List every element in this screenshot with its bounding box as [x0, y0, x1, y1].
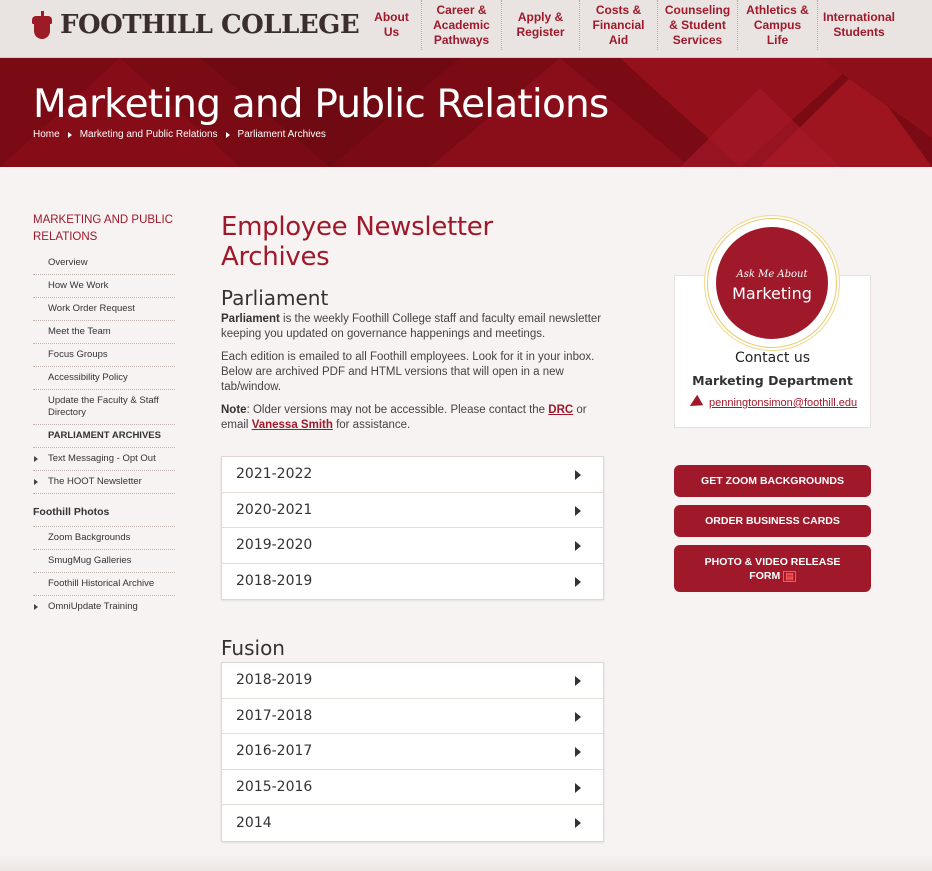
accordion-item[interactable]: 2019-2020: [222, 528, 603, 564]
contact-department: Marketing Department: [692, 373, 853, 388]
expand-arrow-icon: [34, 604, 38, 610]
pdf-icon: ▤: [783, 570, 796, 582]
accordion-year: 2020-2021: [236, 501, 313, 518]
sidebar-item-historical-archive[interactable]: Foothill Historical Archive: [33, 573, 175, 596]
caret-right-icon: [575, 541, 581, 551]
note-text-c: for assistance.: [332, 419, 411, 431]
sidebar-item-parliament-archives[interactable]: PARLIAMENT ARCHIVES: [33, 425, 175, 448]
release-form-button[interactable]: PHOTO & VIDEO RELEASE FORM ▤: [674, 545, 871, 592]
parliament-description: Parliament is the weekly Foothill Colleg…: [221, 312, 606, 342]
contact-heading: Contact us: [734, 350, 811, 366]
accordion-item[interactable]: 2016-2017: [222, 734, 603, 770]
parliament-accordion: 2021-2022 2020-2021 2019-2020 2018-2019: [221, 456, 604, 600]
contact-email[interactable]: penningtonsimon@foothill.edu: [686, 394, 857, 412]
college-logo[interactable]: FOOTHILL COLLEGE: [32, 10, 360, 40]
drc-link[interactable]: DRC: [548, 404, 573, 416]
page-bottom: [0, 855, 932, 871]
nav-athletics[interactable]: Athletics & Campus Life: [738, 0, 818, 50]
accordion-item[interactable]: 2021-2022: [222, 457, 603, 493]
sidebar-item-overview[interactable]: Overview: [33, 252, 175, 275]
page-title: Employee Newsletter Archives: [221, 212, 493, 272]
main-content: Employee Newsletter Archives Parliament …: [221, 212, 606, 433]
note-label: Note: [221, 404, 247, 416]
caret-right-icon: [575, 782, 581, 793]
badge-topic-text: Marketing: [732, 284, 812, 303]
fusion-accordion: 2018-2019 2017-2018 2016-2017 2015-2016 …: [221, 662, 604, 842]
business-cards-button[interactable]: ORDER BUSINESS CARDS: [674, 505, 871, 537]
sidebar-item-text-messaging[interactable]: Text Messaging - Opt Out: [33, 448, 175, 471]
sidebar-item-zoom-backgrounds[interactable]: Zoom Backgrounds: [33, 527, 175, 550]
accordion-year: 2016-2017: [236, 743, 313, 760]
expand-arrow-icon: [34, 456, 38, 462]
sidebar-item-omniupdate[interactable]: OmniUpdate Training: [33, 596, 175, 618]
email-link[interactable]: penningtonsimon@foothill.edu: [709, 397, 857, 409]
nav-costs[interactable]: Costs & Financial Aid: [580, 0, 658, 50]
sidebar-item-how-we-work[interactable]: How We Work: [33, 275, 175, 298]
parliament-bold: Parliament: [221, 313, 280, 325]
breadcrumb: Home Marketing and Public Relations Parl…: [33, 129, 326, 140]
sidebar-section-photos[interactable]: Foothill Photos: [33, 494, 175, 527]
caret-right-icon: [575, 470, 581, 480]
accordion-item[interactable]: 2018-2019: [222, 564, 603, 600]
caret-right-icon: [575, 676, 581, 686]
sidebar-title[interactable]: MARKETING AND PUBLIC RELATIONS: [33, 212, 175, 246]
accordion-year: 2018-2019: [236, 672, 313, 689]
breadcrumb-current: Parliament Archives: [237, 129, 326, 140]
accordion-year: 2021-2022: [236, 466, 313, 483]
breadcrumb-separator-icon: [225, 131, 230, 138]
caret-right-icon: [575, 505, 581, 516]
expand-arrow-icon: [34, 479, 38, 485]
caret-right-icon: [575, 711, 581, 722]
top-header: FOOTHILL COLLEGE About Us Career & Acade…: [0, 0, 932, 58]
accordion-item[interactable]: 2018-2019: [222, 663, 603, 699]
sidebar-item-work-order[interactable]: Work Order Request: [33, 298, 175, 321]
ask-me-badge: Ask Me About Marketing: [707, 218, 837, 348]
parliament-info: Each edition is emailed to all Foothill …: [221, 351, 595, 393]
accordion-year: 2017-2018: [236, 707, 313, 724]
accordion-item[interactable]: 2020-2021: [222, 493, 603, 528]
accordion-year: 2018-2019: [236, 573, 313, 590]
paper-plane-icon: [686, 394, 704, 412]
accordion-item[interactable]: 2017-2018: [222, 699, 603, 734]
acorn-icon: [32, 10, 52, 40]
caret-right-icon: [575, 747, 581, 757]
fusion-heading: Fusion: [221, 636, 285, 660]
nav-counseling[interactable]: Counseling & Student Services: [658, 0, 738, 50]
release-form-label: PHOTO & VIDEO RELEASE FORM: [704, 555, 841, 582]
logo-text: FOOTHILL COLLEGE: [60, 10, 360, 40]
caret-right-icon: [575, 818, 581, 828]
sidebar-item-focus-groups[interactable]: Focus Groups: [33, 344, 175, 367]
hero-title: Marketing and Public Relations: [33, 82, 609, 127]
accordion-year: 2014: [236, 814, 272, 831]
parliament-note: Note: Older versions may not be accessib…: [221, 403, 606, 433]
sidebar-item-update-directory[interactable]: Update the Faculty & Staff Directory: [33, 390, 175, 425]
accordion-item[interactable]: 2015-2016: [222, 770, 603, 805]
caret-right-icon: [575, 576, 581, 587]
sidebar-item-label: The HOOT Newsletter: [48, 476, 142, 487]
sidebar-item-hoot-newsletter[interactable]: The HOOT Newsletter: [33, 471, 175, 494]
accordion-year: 2019-2020: [236, 537, 313, 554]
badge-ask-text: Ask Me About: [736, 269, 808, 280]
note-text-a: : Older versions may not be accessible. …: [246, 404, 549, 416]
sidebar-item-accessibility[interactable]: Accessibility Policy: [33, 367, 175, 390]
sidebar-item-meet-team[interactable]: Meet the Team: [33, 321, 175, 344]
sidebar-item-label: Text Messaging - Opt Out: [48, 453, 156, 464]
breadcrumb-marketing[interactable]: Marketing and Public Relations: [80, 129, 218, 140]
nav-apply[interactable]: Apply & Register: [502, 0, 580, 50]
sidebar-nav: MARKETING AND PUBLIC RELATIONS Overview …: [33, 212, 175, 618]
breadcrumb-home[interactable]: Home: [33, 129, 60, 140]
zoom-backgrounds-button[interactable]: GET ZOOM BACKGROUNDS: [674, 465, 871, 497]
accordion-year: 2015-2016: [236, 778, 313, 795]
nav-international[interactable]: International Students: [818, 0, 900, 50]
vanessa-smith-link[interactable]: Vanessa Smith: [252, 419, 333, 431]
nav-career[interactable]: Career & Academic Pathways: [422, 0, 502, 50]
sidebar-item-smugmug[interactable]: SmugMug Galleries: [33, 550, 175, 573]
sidebar-item-label: OmniUpdate Training: [48, 601, 138, 612]
nav-about[interactable]: About Us: [362, 0, 422, 50]
parliament-heading: Parliament: [221, 286, 329, 310]
breadcrumb-separator-icon: [67, 131, 72, 138]
badge-circle: Ask Me About Marketing: [716, 227, 828, 339]
accordion-item[interactable]: 2014: [222, 805, 603, 841]
main-nav: About Us Career & Academic Pathways Appl…: [362, 0, 900, 58]
